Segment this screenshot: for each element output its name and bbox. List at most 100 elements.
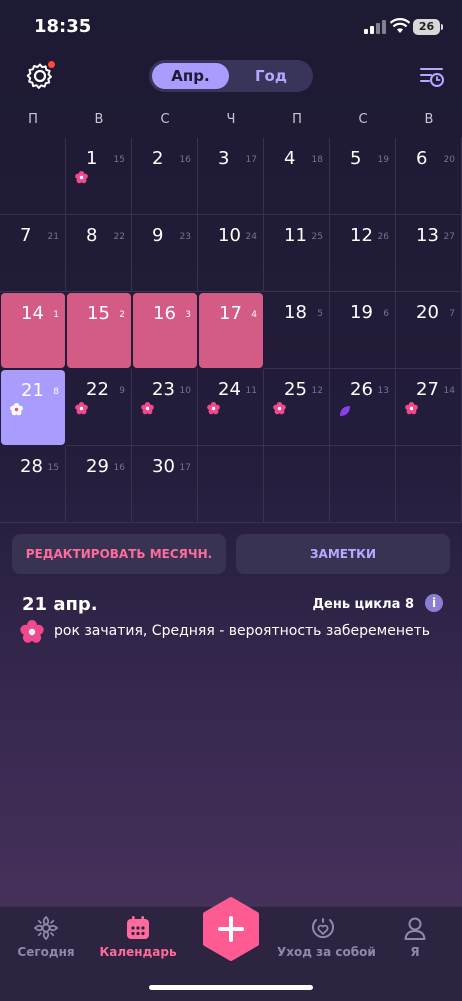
cycle-day-number: 15 xyxy=(47,463,59,473)
calendar-day-22[interactable]: 22 9 xyxy=(66,369,132,446)
calendar-day-17[interactable]: 17 4 xyxy=(199,293,263,368)
calendar-day-24[interactable]: 24 11 xyxy=(198,369,264,446)
cycle-day-number: 1 xyxy=(53,310,59,320)
add-button[interactable] xyxy=(201,897,261,961)
calendar-day-5[interactable]: 5 19 xyxy=(330,138,396,215)
fertile-flower-icon xyxy=(10,401,23,416)
flower-outline-icon xyxy=(33,915,59,941)
fertile-flower-icon xyxy=(141,400,154,415)
calendar-day-14[interactable]: 14 1 xyxy=(1,293,65,368)
home-indicator xyxy=(149,985,313,990)
calendar-day-3[interactable]: 3 17 xyxy=(198,138,264,215)
weekday-sat: С xyxy=(358,112,368,127)
tab-today-label: Сегодня xyxy=(17,945,75,959)
calendar-icon xyxy=(127,916,149,939)
weekday-wed: С xyxy=(160,112,170,127)
cycle-day-number: 15 xyxy=(113,155,125,165)
cycle-day-number: 11 xyxy=(245,386,257,396)
year-tab[interactable]: Год xyxy=(231,63,311,89)
weekday-tue: В xyxy=(94,112,104,127)
calendar-day-1[interactable]: 1 15 xyxy=(66,138,132,215)
day-number: 19 xyxy=(350,302,373,323)
calendar-day-25[interactable]: 25 12 xyxy=(264,369,330,446)
calendar-day-2[interactable]: 2 16 xyxy=(132,138,198,215)
calendar-day-12[interactable]: 12 26 xyxy=(330,215,396,292)
calendar-day-13[interactable]: 13 27 xyxy=(396,215,462,292)
calendar-day-26[interactable]: 26 13 xyxy=(330,369,396,446)
calendar-empty-cell xyxy=(0,138,66,215)
day-number: 24 xyxy=(218,379,241,400)
cycle-day-number: 7 xyxy=(449,309,455,319)
ovulation-leaf-icon xyxy=(339,402,351,416)
status-time: 18:35 xyxy=(34,16,92,37)
day-number: 16 xyxy=(153,303,176,324)
cycle-day-number: 20 xyxy=(443,155,455,165)
cycle-day-number: 10 xyxy=(179,386,191,396)
day-number: 14 xyxy=(21,303,44,324)
day-number: 6 xyxy=(416,148,428,169)
calendar-empty-cell xyxy=(396,446,462,523)
cycle-day-number: 23 xyxy=(179,232,191,242)
day-number: 26 xyxy=(350,379,373,400)
day-number: 12 xyxy=(350,225,373,246)
month-tab[interactable]: Апр. xyxy=(152,63,229,89)
cycle-day-number: 27 xyxy=(443,232,455,242)
calendar-day-6[interactable]: 6 20 xyxy=(396,138,462,215)
fertile-flower-icon xyxy=(405,400,418,415)
calendar-day-30[interactable]: 30 17 xyxy=(132,446,198,523)
selected-date: 21 апр. xyxy=(22,594,98,615)
calendar-empty-cell xyxy=(198,446,264,523)
calendar-day-21[interactable]: 21 8 xyxy=(1,370,65,445)
day-number: 13 xyxy=(416,225,439,246)
calendar-day-19[interactable]: 19 6 xyxy=(330,292,396,369)
cycle-day-number: 8 xyxy=(53,387,59,397)
calendar-day-11[interactable]: 11 25 xyxy=(264,215,330,292)
fertility-info-text: рок зачатия, Средняя - вероятность забер… xyxy=(54,623,430,639)
calendar-day-20[interactable]: 20 7 xyxy=(396,292,462,369)
fertile-flower-icon xyxy=(20,620,44,643)
fertile-flower-icon xyxy=(207,400,220,415)
calendar-day-28[interactable]: 28 15 xyxy=(0,446,66,523)
cycle-day-number: 3 xyxy=(185,310,191,320)
day-number: 27 xyxy=(416,379,439,400)
calendar-day-9[interactable]: 9 23 xyxy=(132,215,198,292)
calendar-day-18[interactable]: 18 5 xyxy=(264,292,330,369)
cycle-day-number: 16 xyxy=(113,463,125,473)
calendar-day-8[interactable]: 8 22 xyxy=(66,215,132,292)
battery-level: 26 xyxy=(413,19,443,35)
view-toggle: Апр. Год xyxy=(149,60,313,92)
calendar-day-23[interactable]: 23 10 xyxy=(132,369,198,446)
weekday-header: П В С Ч П С В xyxy=(0,112,462,132)
cycle-history-icon[interactable] xyxy=(418,62,446,90)
cycle-day-number: 2 xyxy=(119,310,125,320)
calendar-empty-cell xyxy=(264,446,330,523)
cycle-day-number: 17 xyxy=(179,463,191,473)
day-number: 23 xyxy=(152,379,175,400)
calendar-day-10[interactable]: 10 24 xyxy=(198,215,264,292)
day-number: 20 xyxy=(416,302,439,323)
person-icon xyxy=(404,917,426,940)
day-number: 7 xyxy=(20,225,32,246)
cycle-day-number: 14 xyxy=(443,386,455,396)
calendar-day-4[interactable]: 4 18 xyxy=(264,138,330,215)
info-icon[interactable]: i xyxy=(425,594,443,612)
cycle-day-number: 18 xyxy=(311,155,323,165)
day-number: 8 xyxy=(86,225,98,246)
calendar-day-7[interactable]: 7 21 xyxy=(0,215,66,292)
day-number: 22 xyxy=(86,379,109,400)
notes-button[interactable]: ЗАМЕТКИ xyxy=(236,534,450,574)
calendar-day-27[interactable]: 27 14 xyxy=(396,369,462,446)
edit-period-button[interactable]: РЕДАКТИРОВАТЬ МЕСЯЧН. xyxy=(12,534,226,574)
cycle-day-number: 19 xyxy=(377,155,389,165)
calendar-day-16[interactable]: 16 3 xyxy=(133,293,197,368)
cycle-day-number: 21 xyxy=(47,232,59,242)
calendar-day-29[interactable]: 29 16 xyxy=(66,446,132,523)
calendar-day-15[interactable]: 15 2 xyxy=(67,293,131,368)
tab-self-care-label: Уход за собой xyxy=(277,945,376,959)
day-number: 29 xyxy=(86,456,109,477)
cycle-day-number: 6 xyxy=(383,309,389,319)
cycle-day-number: 12 xyxy=(311,386,323,396)
day-number: 17 xyxy=(219,303,242,324)
day-number: 25 xyxy=(284,379,307,400)
cycle-day-number: 13 xyxy=(377,386,389,396)
